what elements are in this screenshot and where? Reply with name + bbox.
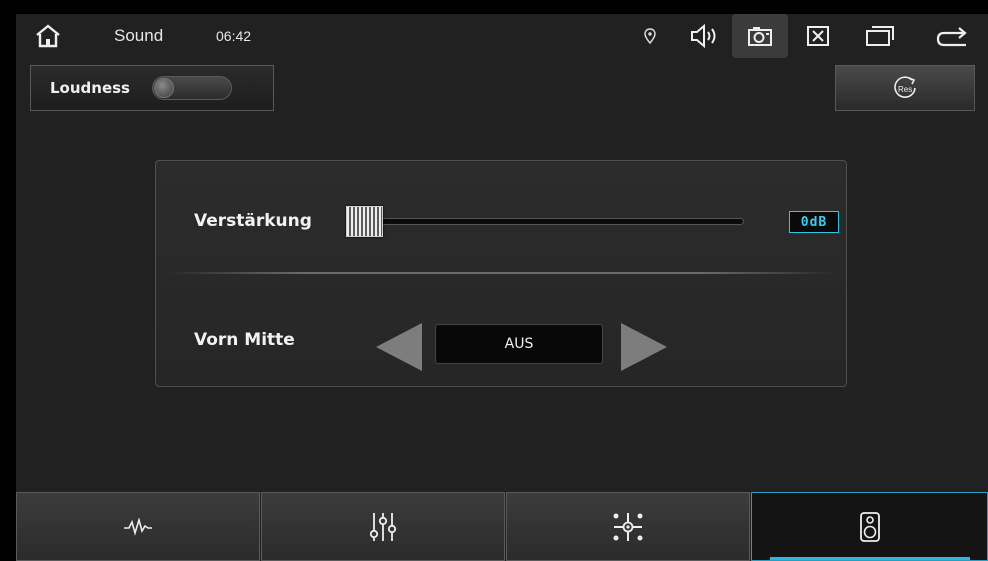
gain-label: Verstärkung bbox=[194, 211, 312, 231]
loudness-toggle[interactable] bbox=[152, 76, 232, 100]
camera-icon bbox=[748, 27, 772, 46]
front-center-next-arrow[interactable] bbox=[621, 323, 667, 371]
gain-value: 0dB bbox=[789, 211, 839, 233]
svg-text:Res: Res bbox=[898, 85, 912, 94]
sound-settings-screen: Sound 06:42 Loudness Res Verstärkung 0dB… bbox=[16, 14, 988, 561]
tab-signal[interactable] bbox=[16, 492, 260, 561]
close-box-icon bbox=[807, 26, 829, 46]
recent-apps-button[interactable] bbox=[858, 14, 902, 58]
bottom-tab-bar bbox=[16, 492, 988, 561]
screen-title: Sound bbox=[114, 26, 164, 45]
active-tab-indicator bbox=[770, 557, 970, 560]
toggle-knob bbox=[154, 78, 174, 98]
back-button[interactable] bbox=[928, 14, 976, 58]
sound-settings-panel: Verstärkung 0dB Vorn Mitte AUS bbox=[155, 160, 847, 387]
loudness-label: Loudness bbox=[50, 79, 130, 97]
tab-balance[interactable] bbox=[506, 492, 750, 561]
front-center-value: AUS bbox=[435, 324, 603, 364]
front-center-label: Vorn Mitte bbox=[194, 330, 295, 350]
reset-button[interactable]: Res bbox=[835, 65, 975, 111]
close-app-button[interactable] bbox=[798, 14, 838, 58]
back-icon bbox=[936, 27, 967, 47]
volume-icon bbox=[691, 24, 716, 48]
balance-icon bbox=[613, 512, 643, 541]
equalizer-icon bbox=[369, 512, 397, 541]
loudness-control: Loudness bbox=[30, 65, 274, 111]
gain-slider-handle[interactable] bbox=[346, 206, 383, 237]
volume-button[interactable] bbox=[684, 14, 724, 58]
speaker-icon bbox=[859, 511, 880, 542]
clock: 06:42 bbox=[216, 28, 252, 44]
pulse-icon bbox=[124, 517, 152, 536]
window-icon bbox=[866, 26, 894, 46]
front-center-prev-arrow[interactable] bbox=[376, 323, 422, 371]
screenshot-button[interactable] bbox=[732, 14, 788, 58]
home-icon bbox=[36, 24, 60, 48]
tab-speaker[interactable] bbox=[751, 492, 988, 561]
reset-icon: Res bbox=[894, 76, 916, 98]
tab-equalizer[interactable] bbox=[261, 492, 505, 561]
location-icon bbox=[640, 14, 660, 58]
status-bar: Sound 06:42 bbox=[16, 14, 988, 58]
row-divider bbox=[168, 272, 836, 274]
gain-slider-track[interactable] bbox=[361, 218, 744, 225]
home-button[interactable] bbox=[30, 14, 66, 58]
